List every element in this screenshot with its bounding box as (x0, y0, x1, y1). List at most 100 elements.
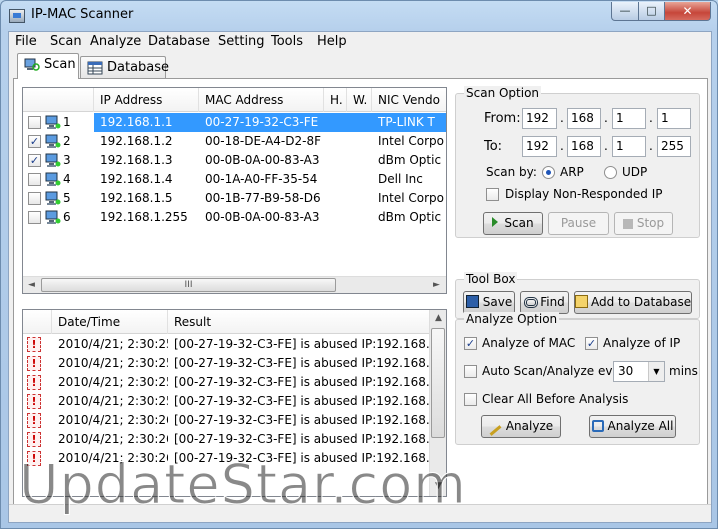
add-to-database-button[interactable]: Add to Database (574, 291, 692, 314)
list-item[interactable]: ! 2010/4/21; 2:30:25 [00-27-19-32-C3-FE] i… (23, 373, 429, 392)
col-date-time[interactable]: Date/Time (52, 310, 168, 334)
stop-button[interactable]: Stop (614, 212, 673, 235)
to-ip-octet-2[interactable]: 168 (567, 136, 601, 157)
scroll-left-icon[interactable]: ◄ (23, 277, 40, 293)
from-ip-octet-2[interactable]: 168 (567, 108, 601, 129)
tab-scan[interactable]: Scan (17, 53, 79, 79)
row-checkbox[interactable]: ✓ (28, 154, 41, 167)
log-time: 2010/4/21; 2:30:25 (58, 337, 168, 351)
col-w[interactable]: W. (347, 88, 372, 112)
list-item[interactable]: ! 2010/4/21; 2:30:25 [00-27-19-32-C3-FE] i… (23, 335, 429, 354)
nic-vendor-cell: TP-LINK T (372, 113, 446, 132)
minimize-button[interactable]: — (611, 2, 639, 21)
analyze-all-button[interactable]: Analyze All (589, 415, 676, 438)
col-mac-address[interactable]: MAC Address (199, 88, 324, 112)
col-ip-address[interactable]: IP Address (94, 88, 199, 112)
table-row[interactable]: 1 192.168.1.1 00-27-19-32-C3-FE TP-LINK T (23, 113, 446, 132)
ip-dot: . (604, 111, 608, 125)
from-ip-octet-4[interactable]: 1 (657, 108, 691, 129)
table-row[interactable]: 4 192.168.1.4 00-1A-A0-FF-35-54 Dell Inc (23, 170, 446, 189)
nic-vendor-cell: dBm Optic (378, 210, 442, 224)
list-item[interactable]: ! 2010/4/21; 2:30:25 [00-27-19-32-C3-FE] i… (23, 392, 429, 411)
to-ip-octet-1[interactable]: 192 (522, 136, 557, 157)
table-row[interactable]: 5 192.168.1.5 00-1B-77-B9-58-D6 Intel Corpo (23, 189, 446, 208)
arp-radio[interactable] (542, 166, 555, 179)
client-area: File Scan Analyze Database Setting Tools… (8, 31, 712, 523)
find-button[interactable]: Find (520, 291, 569, 314)
play-icon (492, 217, 499, 227)
row-checkbox[interactable] (28, 211, 41, 224)
analyze-option-group: Analyze Option ✓ Analyze of MAC ✓ Analyz… (455, 312, 700, 445)
log-list-vscroll[interactable]: ▲ ▼ (429, 310, 446, 496)
wand-icon (489, 425, 502, 436)
col-status[interactable] (23, 310, 52, 334)
display-nonresponded-checkbox[interactable] (486, 188, 499, 201)
w-cell (347, 208, 372, 227)
scroll-up-icon[interactable]: ▲ (430, 310, 446, 327)
table-row[interactable]: 6 192.168.1.255 00-0B-0A-00-83-A3 dBm Optic (23, 208, 446, 227)
h-cell (324, 208, 347, 227)
analysis-log-list[interactable]: Date/Time Result ! 2010/4/21; 2:30:25 [00-… (22, 309, 447, 497)
tab-database[interactable]: Database (80, 56, 169, 78)
close-button[interactable]: ✕ (664, 2, 711, 21)
col-check[interactable] (23, 88, 94, 112)
from-ip-octet-3[interactable]: 1 (612, 108, 646, 129)
to-ip-octet-4[interactable]: 255 (657, 136, 691, 157)
col-result[interactable]: Result (168, 310, 431, 334)
scroll-right-icon[interactable]: ► (428, 277, 445, 293)
row-number: 1 (63, 115, 71, 129)
w-cell (347, 113, 372, 132)
analyze-mac-checkbox[interactable]: ✓ (464, 337, 477, 350)
scroll-thumb[interactable] (431, 328, 445, 438)
col-nic-vendor[interactable]: NIC Vendo (372, 88, 446, 112)
from-ip-octet-1[interactable]: 192 (522, 108, 557, 129)
log-time: 2010/4/21; 2:30:26 (58, 451, 168, 465)
log-time: 2010/4/21; 2:30:25 (58, 356, 168, 370)
maximize-button[interactable]: □ (638, 2, 665, 21)
table-row[interactable]: ✓ 3 192.168.1.3 00-0B-0A-00-83-A3 dBm Optic (23, 151, 446, 170)
row-checkbox[interactable] (28, 192, 41, 205)
warning-icon: ! (27, 337, 41, 352)
menu-analyze[interactable]: Analyze (90, 34, 141, 49)
pause-button[interactable]: Pause (548, 212, 609, 235)
scroll-thumb[interactable]: III (41, 278, 336, 292)
menu-help[interactable]: Help (317, 34, 347, 49)
auto-scan-checkbox[interactable] (464, 365, 477, 378)
status-bar (9, 504, 711, 522)
app-icon (9, 9, 25, 23)
title-bar[interactable]: IP-MAC Scanner — □ ✕ (1, 1, 717, 31)
row-checkbox[interactable] (28, 116, 41, 129)
add-database-icon (575, 295, 588, 308)
menu-tools[interactable]: Tools (271, 34, 303, 49)
scroll-down-icon[interactable]: ▼ (430, 478, 446, 495)
to-ip-octet-3[interactable]: 1 (612, 136, 646, 157)
menu-file[interactable]: File (15, 34, 37, 49)
list-item[interactable]: ! 2010/4/21; 2:30:26 [00-27-19-32-C3-FE] i… (23, 411, 429, 430)
menu-database[interactable]: Database (148, 34, 210, 49)
save-button[interactable]: Save (463, 291, 515, 314)
scan-button[interactable]: Scan (483, 212, 543, 235)
ip-cell: 192.168.1.3 (100, 153, 173, 167)
scan-results-list[interactable]: IP Address MAC Address H. W. NIC Vendo 1… (22, 87, 447, 294)
udp-radio[interactable] (604, 166, 617, 179)
analyze-mac-label: Analyze of MAC (482, 336, 576, 350)
row-checkbox[interactable] (28, 173, 41, 186)
list-item[interactable]: ! 2010/4/21; 2:30:26 [00-27-19-32-C3-FE] i… (23, 449, 429, 468)
warning-icon: ! (27, 432, 41, 447)
list-item[interactable]: ! 2010/4/21; 2:30:26 [00-27-19-32-C3-FE] i… (23, 430, 429, 449)
menu-setting[interactable]: Setting (218, 34, 265, 49)
scan-list-hscroll[interactable]: ◄ III ► (23, 276, 446, 293)
menu-scan[interactable]: Scan (50, 34, 82, 49)
mac-cell: 00-1B-77-B9-58-D6 (205, 191, 321, 205)
analyze-button[interactable]: Analyze (481, 415, 561, 438)
list-item[interactable]: ! 2010/4/21; 2:30:25 [00-27-19-32-C3-FE] i… (23, 354, 429, 373)
interval-select[interactable]: 30 ▼ (613, 361, 665, 382)
log-list-header: Date/Time Result (23, 310, 431, 334)
analyze-ip-checkbox[interactable]: ✓ (585, 337, 598, 350)
ip-cell: 192.168.1.4 (100, 172, 173, 186)
col-h[interactable]: H. (324, 88, 347, 112)
ip-dot: . (604, 139, 608, 153)
row-checkbox[interactable]: ✓ (28, 135, 41, 148)
table-row[interactable]: ✓ 2 192.168.1.2 00-18-DE-A4-D2-8F Intel Corp… (23, 132, 446, 151)
clear-before-checkbox[interactable] (464, 393, 477, 406)
